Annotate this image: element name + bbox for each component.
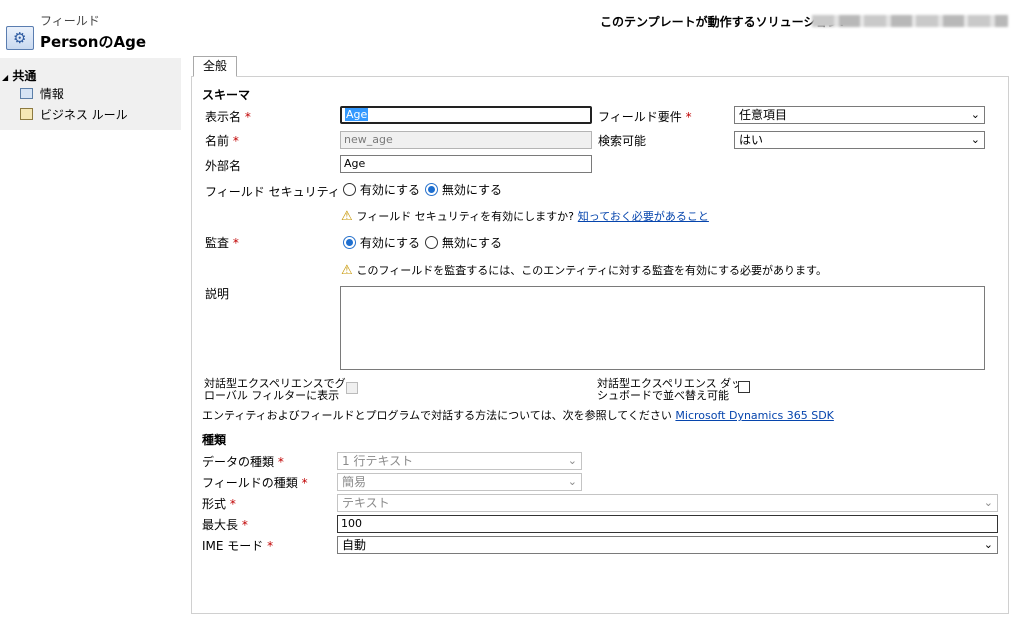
nav-item-label: ビジネス ルール (39, 108, 128, 122)
searchable-label: 検索可能 (598, 134, 647, 148)
warning-icon: ⚠ (341, 263, 353, 278)
field-requirement-select[interactable]: 任意項目 ⌄ (734, 106, 985, 124)
radio-disable[interactable] (425, 183, 438, 196)
field-type-select: 簡易 ⌄ (337, 473, 582, 491)
radio-enable[interactable] (343, 236, 356, 249)
sortable-label: 対話型エクスペリエンス ダッ シュボードで並べ替え可能 (597, 377, 743, 402)
security-learn-more-link[interactable]: 知っておく必要があること (578, 210, 709, 223)
searchable-select[interactable]: はい ⌄ (734, 131, 985, 149)
name-input: new_age (340, 131, 592, 149)
nav-group-common[interactable]: ◢ 共通 (2, 67, 36, 84)
page-title: PersonのAge (40, 33, 146, 51)
chevron-down-icon: ⌄ (970, 108, 980, 121)
max-length-label: 最大長 * (202, 518, 248, 532)
audit-disable-option[interactable]: 無効にする (425, 234, 502, 251)
tab-general[interactable]: 全般 (193, 56, 237, 77)
nav-item-business-rules[interactable]: ビジネス ルール (20, 106, 128, 123)
display-name-label: 表示名 * (205, 110, 251, 124)
audit-label: 監査 * (205, 236, 239, 250)
audit-enable-option[interactable]: 有効にする (343, 234, 420, 251)
global-filter-label: 対話型エクスペリエンスでグ ローバル フィルターに表示 (204, 377, 346, 402)
ime-mode-label: IME モード * (202, 539, 274, 553)
nav-item-info[interactable]: 情報 (20, 85, 64, 102)
solution-name-redacted (812, 15, 1008, 27)
warning-icon: ⚠ (341, 209, 353, 224)
solution-label: このテンプレートが動作するソリューション: (600, 15, 845, 29)
max-length-input[interactable]: 100 (337, 515, 998, 533)
chevron-down-icon: ⌄ (983, 538, 993, 551)
ime-mode-select[interactable]: 自動 ⌄ (337, 536, 998, 554)
field-type-label: フィールドの種類 * (202, 476, 308, 490)
display-name-input[interactable]: Age (340, 106, 592, 124)
audit-warning: ⚠ このフィールドを監査するには、このエンティティに対する監査を有効にする必要が… (341, 263, 827, 278)
nav-item-label: 情報 (39, 87, 64, 101)
section-type-title: 種類 (202, 433, 227, 447)
business-rule-icon (20, 108, 33, 120)
field-security-label: フィールド セキュリティ (205, 185, 340, 199)
sortable-checkbox[interactable] (738, 381, 750, 393)
global-filter-checkbox (346, 382, 358, 394)
radio-enable[interactable] (343, 183, 356, 196)
radio-disable[interactable] (425, 236, 438, 249)
data-type-select: 1 行テキスト ⌄ (337, 452, 582, 470)
entity-gear-icon: ⚙ (6, 26, 34, 50)
security-warning: ⚠ フィールド セキュリティを有効にしますか? 知っておく必要があること (341, 209, 709, 224)
format-select: テキスト ⌄ (337, 494, 998, 512)
sdk-info: エンティティおよびフィールドとプログラムで対話する方法については、次を参照してく… (202, 409, 834, 422)
field-security-enable-option[interactable]: 有効にする (343, 181, 420, 198)
format-label: 形式 * (202, 497, 236, 511)
name-label: 名前 * (205, 134, 239, 148)
info-icon (20, 88, 33, 99)
description-textarea[interactable] (340, 286, 985, 370)
external-name-label: 外部名 (205, 159, 242, 173)
field-security-disable-option[interactable]: 無効にする (425, 181, 502, 198)
chevron-down-icon: ⌄ (567, 454, 577, 467)
sdk-link[interactable]: Microsoft Dynamics 365 SDK (675, 409, 833, 422)
chevron-down-icon: ⌄ (983, 496, 993, 509)
chevron-down-icon: ⌄ (970, 133, 980, 146)
data-type-label: データの種類 * (202, 455, 284, 469)
field-requirement-label: フィールド要件 * (598, 110, 692, 124)
entity-type-label: フィールド (40, 14, 100, 28)
description-label: 説明 (205, 287, 230, 301)
external-name-input[interactable]: Age (340, 155, 592, 173)
chevron-down-icon: ⌄ (567, 475, 577, 488)
section-schema-title: スキーマ (202, 88, 251, 102)
nav-group-label: 共通 (12, 69, 37, 83)
collapse-triangle-icon: ◢ (2, 73, 9, 82)
